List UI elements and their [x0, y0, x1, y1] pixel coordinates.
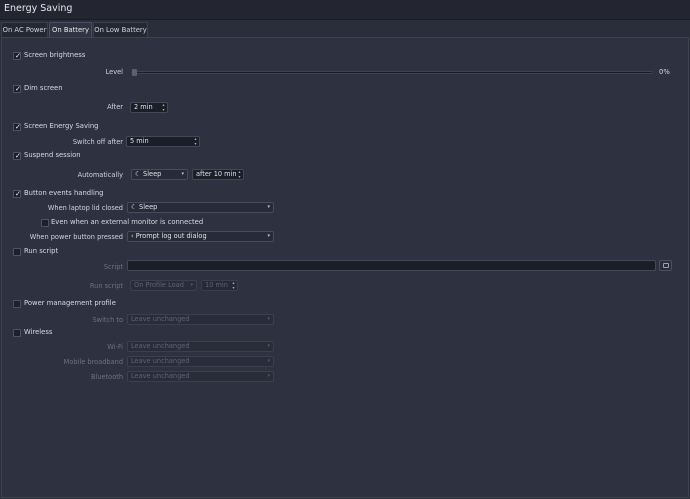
- run-script-when-combo[interactable]: On Profile Load ▾: [130, 280, 197, 291]
- bluetooth-label: Bluetooth: [90, 373, 123, 381]
- script-path-label: Script: [103, 263, 123, 271]
- tab-on-low-battery[interactable]: On Low Battery: [93, 22, 148, 37]
- lid-action-value: Sleep: [139, 203, 158, 211]
- chevron-down-icon: ▾: [267, 204, 270, 210]
- suspend-after-value: after 10 min: [196, 170, 237, 178]
- chevron-down-icon: ▾: [190, 282, 193, 288]
- header-divider: [0, 19, 690, 20]
- brightness-value: 0%: [659, 68, 670, 76]
- power-button-value: Prompt log out dialog: [135, 232, 207, 240]
- mobile-broadband-combo[interactable]: Leave unchanged ▾: [127, 356, 274, 367]
- spin-arrows-icon[interactable]: ▴ ▾: [237, 169, 242, 179]
- folder-icon: [663, 263, 669, 268]
- check-icon: ✓: [14, 189, 22, 198]
- screen-energy-saving-checkbox[interactable]: ✓: [13, 122, 22, 131]
- wifi-label: Wi-Fi: [107, 343, 123, 351]
- dim-after-label: After: [107, 103, 123, 111]
- screen-brightness-label: Screen brightness: [24, 51, 86, 59]
- tab-on-ac-power[interactable]: On AC Power: [1, 22, 48, 37]
- check-icon: ✓: [14, 84, 22, 93]
- dim-screen-checkbox[interactable]: ✓: [13, 84, 22, 93]
- suspend-action-value: Sleep: [143, 170, 162, 178]
- check-icon: ✓: [14, 51, 22, 60]
- browse-script-button[interactable]: [659, 260, 672, 271]
- spin-arrows-icon[interactable]: ▴ ▾: [193, 136, 198, 146]
- wifi-combo[interactable]: Leave unchanged ▾: [127, 341, 274, 352]
- power-button-combo[interactable]: ‹ Prompt log out dialog ▾: [127, 231, 274, 242]
- switch-to-value: Leave unchanged: [131, 315, 190, 323]
- suspend-session-checkbox[interactable]: ✓: [13, 151, 22, 160]
- bluetooth-value: Leave unchanged: [131, 372, 190, 380]
- chevron-down-icon: ▾: [267, 233, 270, 239]
- mobile-broadband-label: Mobile broadband: [63, 358, 123, 366]
- moon-icon: ☾: [131, 203, 140, 211]
- brightness-slider-handle[interactable]: [132, 69, 137, 76]
- switch-off-spinbox[interactable]: 5 min ▴ ▾: [126, 136, 200, 147]
- switch-to-combo[interactable]: Leave unchanged ▾: [127, 314, 274, 325]
- chevron-down-icon: ▾: [267, 373, 270, 379]
- switch-off-label: Switch off after: [72, 138, 123, 146]
- external-monitor-label: Even when an external monitor is connect…: [51, 218, 204, 226]
- window-header: Energy Saving: [0, 0, 690, 20]
- spin-arrows-icon[interactable]: ▴ ▾: [231, 280, 236, 290]
- dim-after-spinbox[interactable]: 2 min ▴ ▾: [130, 102, 168, 113]
- suspend-session-label: Suspend session: [24, 151, 81, 159]
- brightness-slider-track[interactable]: [131, 71, 653, 74]
- suspend-action-combo[interactable]: ☾ Sleep ▾: [131, 169, 188, 180]
- lid-action-combo[interactable]: ☾ Sleep ▾: [127, 202, 274, 213]
- power-button-label: When power button pressed: [29, 233, 123, 241]
- chevron-down-icon: ▾: [267, 343, 270, 349]
- run-script-after-value: 10 min: [205, 281, 228, 289]
- check-icon: ✓: [14, 122, 22, 131]
- external-monitor-checkbox[interactable]: [41, 219, 49, 227]
- spin-arrows-icon[interactable]: ▴ ▾: [161, 102, 166, 112]
- moon-icon: ☾: [135, 170, 144, 178]
- check-icon: ✓: [14, 151, 22, 160]
- chevron-down-icon: ▾: [267, 358, 270, 364]
- brightness-level-label: Level: [105, 68, 123, 76]
- dim-screen-label: Dim screen: [24, 84, 63, 92]
- power-profile-checkbox[interactable]: [13, 300, 21, 308]
- run-script-checkbox[interactable]: [13, 248, 21, 256]
- chevron-down-icon: ▾: [267, 316, 270, 322]
- mobile-broadband-value: Leave unchanged: [131, 357, 190, 365]
- power-profile-label: Power management profile: [24, 299, 116, 307]
- bluetooth-combo[interactable]: Leave unchanged ▾: [127, 371, 274, 382]
- dim-after-value: 2 min: [134, 103, 153, 111]
- chevron-down-icon: ▾: [181, 171, 184, 177]
- suspend-after-spinbox[interactable]: after 10 min ▴ ▾: [192, 169, 244, 180]
- wireless-checkbox[interactable]: [13, 329, 21, 337]
- button-events-label: Button events handling: [24, 189, 104, 197]
- run-script-after-spinbox[interactable]: 10 min ▴ ▾: [201, 280, 238, 291]
- switch-to-label: Switch to: [92, 316, 123, 324]
- run-script-when-value: On Profile Load: [134, 281, 184, 289]
- window-title: Energy Saving: [4, 3, 73, 14]
- lid-closed-label: When laptop lid closed: [47, 204, 123, 212]
- tab-on-battery[interactable]: On Battery: [49, 22, 92, 37]
- automatically-label: Automatically: [77, 171, 123, 179]
- wireless-label: Wireless: [24, 328, 53, 336]
- wifi-value: Leave unchanged: [131, 342, 190, 350]
- run-script-label: Run script: [24, 247, 59, 255]
- screen-brightness-checkbox[interactable]: ✓: [13, 51, 22, 60]
- screen-energy-saving-label: Screen Energy Saving: [24, 122, 99, 130]
- run-script-when-label: Run script: [89, 282, 123, 290]
- switch-off-value: 5 min: [130, 137, 149, 145]
- button-events-checkbox[interactable]: ✓: [13, 189, 22, 198]
- script-path-input[interactable]: [127, 260, 656, 271]
